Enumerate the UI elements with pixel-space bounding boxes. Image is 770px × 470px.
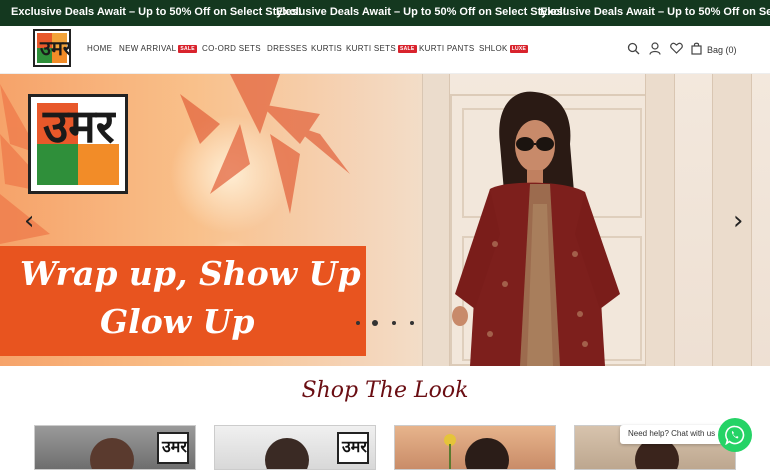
site-header: उमर HOME NEW ARRIVAL SALE CO-ORD SETS DRE… <box>0 26 770 74</box>
section-title: Shop The Look <box>301 378 469 403</box>
hero-brand-logo: उमर <box>28 94 128 194</box>
bag-label[interactable]: Bag (0) <box>707 45 737 55</box>
nav-item-new-arrival[interactable]: NEW ARRIVAL SALE <box>119 44 197 53</box>
announcement-text: Exclusive Deals Await – Up to 50% Off on… <box>276 6 567 18</box>
slider-dot-active[interactable] <box>372 320 378 326</box>
tagline-line-1: Wrap up, Show Up <box>20 254 361 293</box>
prev-slide-arrow[interactable]: ‹ <box>24 206 34 236</box>
whatsapp-chat-button[interactable] <box>718 418 752 452</box>
nav-item-co-ord-sets[interactable]: CO-ORD SETS <box>202 44 261 53</box>
nav-item-kurti-pants[interactable]: KURTI PANTS <box>419 44 474 53</box>
nav-item-home[interactable]: HOME <box>87 44 112 53</box>
look-card[interactable]: उमर <box>214 425 376 470</box>
nav-item-shlok[interactable]: SHLOK LUXE <box>479 44 529 53</box>
slider-dot[interactable] <box>356 321 360 325</box>
slider-dot[interactable] <box>392 321 396 325</box>
slider-dot[interactable] <box>410 321 414 325</box>
nav-item-dresses[interactable]: DRESSES <box>267 44 307 53</box>
nav-item-kurtis[interactable]: KURTIS <box>311 44 342 53</box>
whatsapp-icon <box>725 425 745 445</box>
card-brand-logo: उमर <box>157 432 189 464</box>
logo-text: उमर <box>40 36 71 60</box>
card-brand-logo: उमर <box>337 432 369 464</box>
whatsapp-help-bubble[interactable]: Need help? Chat with us <box>620 425 724 444</box>
sale-badge: SALE <box>397 45 417 53</box>
wishlist-heart-icon[interactable] <box>670 42 683 54</box>
announcement-text: Exclusive Deals Await – Up to 50% Off on… <box>11 6 302 18</box>
sale-badge: SALE <box>178 45 197 53</box>
announcement-bar: Exclusive Deals Await – Up to 50% Off on… <box>0 0 770 26</box>
luxe-badge: LUXE <box>509 45 529 53</box>
look-card[interactable] <box>394 425 556 470</box>
announcement-text: Exclusive Deals Await – Up to 50% Off on… <box>540 6 770 18</box>
look-card[interactable]: उमर <box>34 425 196 470</box>
hero-logo-text: उमर <box>43 99 115 153</box>
model-image <box>452 91 620 366</box>
search-icon[interactable] <box>627 42 640 55</box>
hero-tagline-box: Wrap up, Show Up Glow Up <box>0 246 366 356</box>
hero-slider: उमर Wrap up, Show Up Glow Up ‹ › <box>0 74 770 366</box>
nav-item-kurti-sets[interactable]: KURTI SETS SALE <box>346 44 417 53</box>
brand-logo[interactable]: उमर <box>33 29 71 67</box>
next-slide-arrow[interactable]: › <box>733 206 743 236</box>
account-icon[interactable] <box>649 42 661 55</box>
tagline-line-2: Glow Up <box>100 302 255 341</box>
flower-icon <box>444 434 456 469</box>
bag-icon[interactable] <box>691 42 702 55</box>
